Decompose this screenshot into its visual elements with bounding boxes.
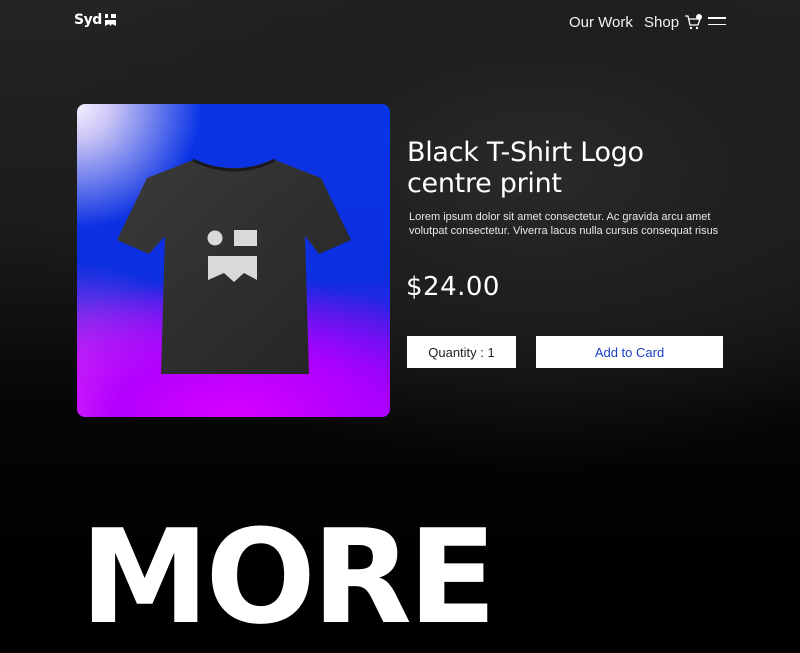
add-to-cart-button[interactable]: Add to Card [536, 336, 723, 368]
more-section-heading: MORE [80, 501, 497, 653]
product-image-card [77, 104, 390, 417]
product-title-line-2: centre print [407, 168, 562, 199]
menu-icon[interactable] [708, 17, 726, 26]
nav-link-our-work[interactable]: Our Work [569, 14, 633, 31]
logo-mark-icon [104, 14, 116, 26]
product-title-line-1: Black T-Shirt Logo [407, 137, 644, 168]
cart-badge-dot [696, 14, 702, 20]
product-description-line-2: volutpat consectetur. Viverra lacus null… [409, 225, 719, 237]
product-description: Lorem ipsum dolor sit amet consectetur. … [409, 210, 739, 238]
product-title: Black T-Shirt Logo centre print [407, 137, 747, 199]
tshirt-image [117, 158, 351, 374]
quantity-selector[interactable]: Quantity : 1 [407, 336, 516, 368]
brand-logo[interactable]: Syd [74, 12, 116, 28]
brand-name: Syd [74, 12, 102, 28]
product-price: $24.00 [406, 272, 500, 302]
nav-link-shop[interactable]: Shop [644, 14, 679, 31]
top-nav: Syd Our Work Shop [0, 0, 800, 44]
product-description-line-1: Lorem ipsum dolor sit amet consectetur. … [409, 211, 711, 223]
